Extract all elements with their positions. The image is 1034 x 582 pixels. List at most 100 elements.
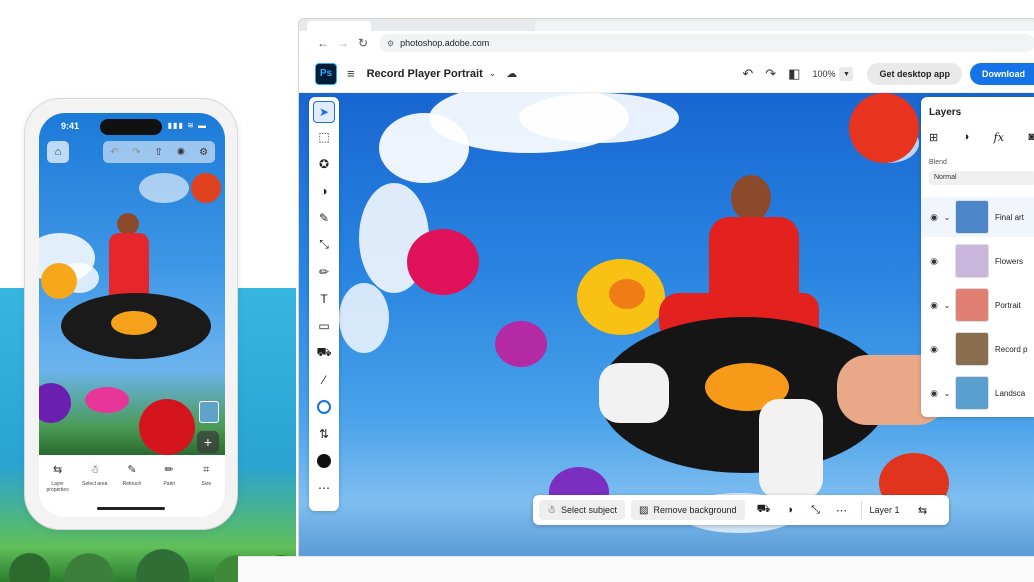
canvas-workspace[interactable]: ➤ ⬚ ✪ ◑ ✎ ⤡ ✏ T ▭ ⛟ ⁄ ⇅ ⋯ Layers ⊞ ◑ fx … (299, 93, 1034, 556)
share-icon[interactable]: ⇧ (155, 147, 163, 158)
tool-layer-properties[interactable]: ⇆ Layer properties (41, 463, 75, 493)
adjustment-icon[interactable]: ◑ (777, 504, 803, 516)
eye-icon[interactable]: ◉ (927, 388, 941, 399)
layer-row[interactable]: ◉ ⌄ Final art (921, 197, 1034, 237)
brush-icon: ✏ (164, 464, 174, 476)
layer-row[interactable]: ◉ ⌄ Landsca (921, 373, 1034, 413)
image-add-icon: ⛟ (316, 344, 332, 359)
contextual-taskbar: ☃ Select subject ▨ Remove background ⛟ ◑… (533, 495, 949, 525)
bandage-icon: ✎ (127, 464, 137, 476)
eyedropper-icon: ⁄ (322, 372, 325, 387)
layer-row[interactable]: ◉ ⌄ Portrait (921, 285, 1034, 325)
text-tool[interactable]: T (309, 285, 339, 312)
add-button[interactable]: + (197, 431, 219, 453)
plus-icon: + (203, 434, 213, 450)
lightbulb-icon[interactable]: ✺ (177, 147, 185, 158)
fx-icon[interactable]: fx (994, 131, 1004, 144)
shape-tool[interactable]: ▭ (309, 312, 339, 339)
blend-mode-select[interactable]: Normal (929, 171, 1034, 185)
mask-icon[interactable]: ◙ (1028, 131, 1034, 144)
layer-thumbnail[interactable] (199, 401, 219, 423)
eye-icon[interactable]: ◉ (927, 256, 941, 267)
layer-thumbnail (955, 244, 989, 278)
layer-selector[interactable]: Layer 1 (870, 505, 900, 515)
ellipsis-icon[interactable]: ⋯ (829, 504, 855, 517)
chevron-down-icon[interactable]: ⌄ (941, 301, 953, 310)
transform-icon[interactable]: ⤡ (803, 504, 829, 517)
download-button[interactable]: Download (970, 63, 1034, 85)
tool-paint[interactable]: ✏ Paint (152, 463, 186, 487)
vinyl-label (111, 311, 157, 335)
cloud-icon[interactable]: ☁ (506, 67, 517, 80)
transform-tool[interactable]: ⤡ (309, 231, 339, 258)
place-image-tool[interactable]: ⛟ (309, 339, 339, 366)
color-swatch[interactable] (309, 447, 339, 474)
image-icon: ▨ (639, 504, 649, 516)
back-icon[interactable]: ← (313, 36, 333, 50)
sliders-icon: ⇆ (52, 464, 63, 476)
tool-size[interactable]: ⌗ Size (189, 463, 223, 487)
select-subject-button[interactable]: ☃ Select subject (539, 500, 625, 520)
more-tools[interactable]: ⋯ (309, 474, 339, 501)
gear-icon[interactable]: ⚙ (199, 147, 208, 158)
foreground-color[interactable] (309, 393, 339, 420)
flower-shape (191, 173, 221, 203)
transform-icon: ⤡ (319, 237, 329, 251)
reload-icon[interactable]: ↻ (353, 36, 373, 50)
quick-select-tool[interactable]: ✪ (309, 150, 339, 177)
select-tool[interactable]: ⬚ (309, 123, 339, 150)
site-info-icon[interactable]: ⚙ (387, 39, 394, 48)
tool-retouch[interactable]: ✎ Retouch (115, 463, 149, 487)
forward-icon[interactable]: → (333, 36, 353, 50)
select-subject-icon: ☃ (547, 504, 556, 516)
phone-device: 9:41 ▮▮▮ ≋ ▬ ⌂ ↶ ↷ ⇧ ✺ ⚙ + ⇆ Layer prope… (24, 98, 238, 530)
tool-select-area[interactable]: ☃ Select area (78, 463, 112, 487)
phone-canvas[interactable] (39, 113, 225, 455)
cloud-shape (379, 113, 469, 183)
get-desktop-app-button[interactable]: Get desktop app (867, 63, 962, 85)
chevron-down-icon[interactable]: ⌄ (941, 389, 953, 398)
layer-row[interactable]: ◉ Flowers (921, 241, 1034, 281)
adjust-tool[interactable]: ◑ (309, 177, 339, 204)
adjustment-layer-icon[interactable]: ◑ (963, 131, 970, 144)
figure-shoe (599, 363, 669, 423)
browser-window: ← → ↻ ⚙ photoshop.adobe.com Ps ≡ Record … (298, 18, 1034, 556)
hamburger-menu-icon[interactable]: ≡ (347, 66, 355, 81)
heal-tool[interactable]: ✎ (309, 204, 339, 231)
undo-icon[interactable]: ↶ (742, 66, 753, 82)
layer-thumbnail (955, 288, 989, 322)
browser-tab[interactable] (535, 21, 1034, 31)
zoom-dropdown[interactable]: ▼ (839, 67, 854, 81)
cursor-arrow-icon: ➤ (318, 105, 330, 119)
zoom-level[interactable]: 100% (812, 69, 835, 79)
app-header: Ps ≡ Record Player Portrait ⌄ ☁ ↶ ↷ ◧ 10… (299, 55, 1034, 93)
add-layer-icon[interactable]: ⊞ (929, 131, 938, 144)
select-subject-icon: ☃ (89, 464, 100, 476)
remove-background-button[interactable]: ▨ Remove background (631, 500, 745, 520)
home-button[interactable]: ⌂ (47, 141, 69, 163)
phone-screen: 9:41 ▮▮▮ ≋ ▬ ⌂ ↶ ↷ ⇧ ✺ ⚙ + ⇆ Layer prope… (39, 113, 225, 517)
chevron-down-icon[interactable]: ⌄ (941, 213, 953, 222)
swap-colors-tool[interactable]: ⇅ (309, 420, 339, 447)
redo-icon[interactable]: ↷ (765, 66, 776, 82)
move-tool[interactable]: ➤ (313, 101, 335, 123)
eye-icon[interactable]: ◉ (927, 212, 941, 223)
eye-icon[interactable]: ◉ (927, 344, 941, 355)
browser-tab[interactable] (307, 21, 371, 31)
layer-row[interactable]: ◉ Record p (921, 329, 1034, 369)
sliders-icon[interactable]: ⇆ (910, 504, 936, 517)
photoshop-logo[interactable]: Ps (315, 62, 337, 85)
layer-thumbnail (955, 332, 989, 366)
chevron-down-icon[interactable]: ⌄ (489, 68, 497, 79)
undo-icon[interactable]: ↶ (110, 147, 118, 158)
status-time: 9:41 (61, 121, 80, 131)
url-field[interactable]: ⚙ photoshop.adobe.com (379, 34, 1034, 52)
layer-name: Landsca (995, 388, 1026, 398)
brush-tool[interactable]: ✏ (309, 258, 339, 285)
compare-icon[interactable]: ◧ (788, 66, 800, 82)
image-add-icon[interactable]: ⛟ (751, 503, 777, 517)
redo-icon[interactable]: ↷ (132, 147, 140, 158)
eyedropper-tool[interactable]: ⁄ (309, 366, 339, 393)
document-title[interactable]: Record Player Portrait (367, 68, 483, 80)
eye-icon[interactable]: ◉ (927, 300, 941, 311)
